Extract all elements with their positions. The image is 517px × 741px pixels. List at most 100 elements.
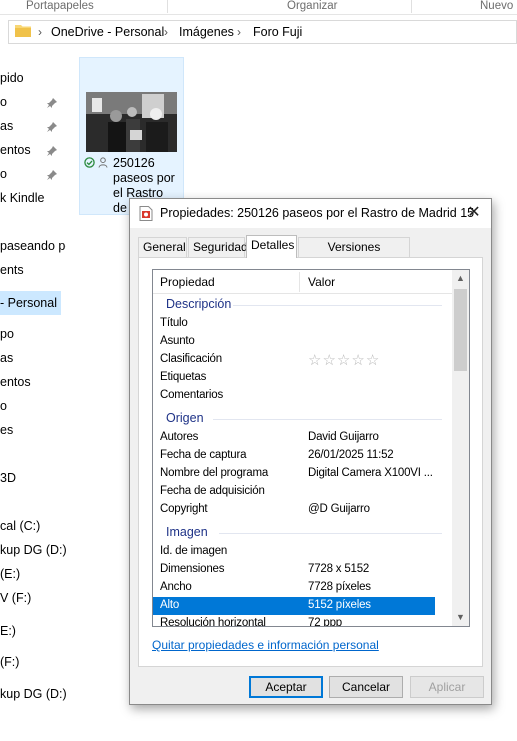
star-icon[interactable]: ☆ — [322, 352, 336, 369]
property-key: Dimensiones — [160, 563, 225, 575]
property-row[interactable]: Clasificación ☆☆☆☆☆ — [153, 351, 435, 369]
file-tile-selected[interactable]: 250126 paseos por el Rastro de Ma — [79, 57, 184, 215]
dialog-titlebar[interactable]: Propiedades: 250126 paseos por el Rastro… — [130, 199, 491, 228]
nav-item[interactable]: po — [0, 323, 14, 345]
property-key: Asunto — [160, 335, 195, 347]
nav-item-drive-e[interactable]: (E:) — [0, 563, 20, 585]
nav-item[interactable]: k Kindle — [0, 187, 44, 209]
property-row[interactable]: Dimensiones 7728 x 5152 — [153, 561, 435, 579]
sync-status-icon — [84, 157, 95, 168]
property-value[interactable]: 7728 x 5152 — [308, 563, 369, 575]
property-key: Autores — [160, 431, 199, 443]
breadcrumb-chevron-icon[interactable]: › — [38, 25, 42, 40]
tab-general[interactable]: General — [138, 237, 187, 257]
column-divider[interactable] — [299, 272, 300, 292]
property-value[interactable]: 7728 píxeles — [308, 581, 371, 593]
property-row[interactable]: Asunto — [153, 333, 435, 351]
breadcrumb-chevron-icon[interactable]: › — [164, 25, 168, 40]
nav-item-drive-c[interactable]: cal (C:) — [0, 515, 40, 537]
breadcrumb-foro-fuji[interactable]: Foro Fuji — [253, 25, 302, 40]
property-key: Fecha de adquisición — [160, 485, 265, 497]
nav-item[interactable]: o — [0, 91, 7, 113]
star-icon[interactable]: ☆ — [351, 352, 365, 369]
star-icon[interactable]: ☆ — [366, 352, 380, 369]
address-bar[interactable]: › OneDrive - Personal › Imágenes › Foro … — [8, 20, 517, 44]
property-row[interactable]: Título — [153, 315, 435, 333]
breadcrumb-chevron-icon[interactable]: › — [237, 25, 241, 40]
property-row[interactable]: Copyright @D Guijarro — [153, 501, 435, 519]
nav-item[interactable]: paseando po — [0, 235, 66, 257]
property-value[interactable]: 72 ppp — [308, 617, 342, 626]
nav-item[interactable]: es — [0, 419, 13, 441]
group-line — [219, 533, 442, 534]
nav-item[interactable]: 3D — [0, 467, 16, 489]
property-key: Fecha de captura — [160, 449, 247, 461]
star-icon[interactable]: ☆ — [308, 352, 322, 369]
ribbon-separator — [411, 0, 412, 13]
property-row-selected[interactable]: Alto 5152 píxeles — [153, 597, 435, 615]
apply-button[interactable]: Aplicar — [410, 676, 484, 698]
properties-list[interactable]: Propiedad Valor Descripción Título Asunt… — [152, 269, 470, 627]
breadcrumb-onedrive[interactable]: OneDrive - Personal — [51, 25, 164, 40]
folder-icon — [15, 25, 31, 37]
nav-item[interactable]: ents — [0, 259, 24, 281]
property-value[interactable]: 5152 píxeles — [308, 599, 371, 611]
dialog-title: Propiedades: 250126 paseos por el Rastro… — [160, 206, 475, 220]
nav-item[interactable]: o — [0, 163, 7, 185]
ok-button[interactable]: Aceptar — [249, 676, 323, 698]
property-key: Etiquetas — [160, 371, 207, 383]
nav-item-drive-f[interactable]: V (F:) — [0, 587, 31, 609]
breadcrumb-imagenes[interactable]: Imágenes — [179, 25, 234, 40]
column-header-value[interactable]: Valor — [308, 275, 335, 289]
nav-item[interactable]: as — [0, 347, 13, 369]
nav-item[interactable]: o — [0, 395, 7, 417]
scroll-down-arrow-icon[interactable]: ▼ — [452, 609, 469, 626]
property-value[interactable]: @D Guijarro — [308, 503, 370, 515]
vertical-scrollbar[interactable]: ▲ ▼ — [452, 270, 469, 626]
group-header-origin: Origen — [153, 410, 453, 428]
list-header: Propiedad Valor — [153, 270, 453, 294]
property-key: Alto — [160, 599, 180, 611]
tab-details[interactable]: Detalles — [246, 235, 297, 258]
nav-item[interactable]: entos — [0, 371, 31, 393]
property-row[interactable]: Ancho 7728 píxeles — [153, 579, 435, 597]
column-header-property[interactable]: Propiedad — [160, 275, 215, 289]
property-key: Clasificación — [160, 353, 222, 365]
ribbon-separator — [167, 0, 168, 13]
scroll-up-arrow-icon[interactable]: ▲ — [452, 270, 469, 287]
property-row[interactable]: Autores David Guijarro — [153, 429, 435, 447]
star-icon[interactable]: ☆ — [337, 352, 351, 369]
nav-item-quick-access[interactable]: pido — [0, 67, 24, 89]
cancel-button[interactable]: Cancelar — [329, 676, 403, 698]
details-panel: Propiedad Valor Descripción Título Asunt… — [138, 257, 483, 667]
property-row[interactable]: Comentarios — [153, 387, 435, 405]
ribbon-group-labels: Portapapeles Organizar Nuevo — [0, 0, 517, 15]
photo-thumbnail — [86, 92, 177, 152]
scrollbar-thumb[interactable] — [454, 289, 467, 371]
property-value[interactable]: David Guijarro — [308, 431, 379, 443]
nav-item-drive-d[interactable]: kup DG (D:) — [0, 539, 66, 561]
property-row[interactable]: Fecha de captura 26/01/2025 11:52 — [153, 447, 435, 465]
property-row[interactable]: Etiquetas — [153, 369, 435, 387]
nav-item[interactable]: (F:) — [0, 651, 19, 673]
property-row[interactable]: Fecha de adquisición — [153, 483, 435, 501]
nav-item[interactable]: kup DG (D:) — [0, 683, 66, 705]
nav-item[interactable]: as — [0, 115, 13, 137]
rating-stars[interactable]: ☆☆☆☆☆ — [308, 351, 380, 369]
group-label: Descripción — [166, 297, 232, 311]
property-row[interactable]: Nombre del programa Digital Camera X100V… — [153, 465, 435, 483]
nav-item-onedrive[interactable]: - Personal — [0, 292, 57, 314]
nav-item[interactable]: E:) — [0, 620, 16, 642]
property-row[interactable]: Resolución horizontal 72 ppp — [153, 615, 435, 626]
property-row[interactable]: Id. de imagen — [153, 543, 435, 561]
tab-previous-versions[interactable]: Versiones anteriores — [298, 237, 410, 272]
property-value[interactable]: 26/01/2025 11:52 — [308, 449, 394, 461]
pin-icon — [47, 170, 57, 180]
nav-item[interactable]: entos — [0, 139, 31, 161]
property-value[interactable]: Digital Camera X100VI ... — [308, 467, 433, 479]
group-line — [233, 305, 442, 306]
tab-security[interactable]: Seguridad — [188, 237, 248, 257]
property-key: Comentarios — [160, 389, 223, 401]
close-button[interactable]: ✕ — [463, 203, 485, 223]
remove-properties-link[interactable]: Quitar propiedades e información persona… — [152, 638, 379, 652]
